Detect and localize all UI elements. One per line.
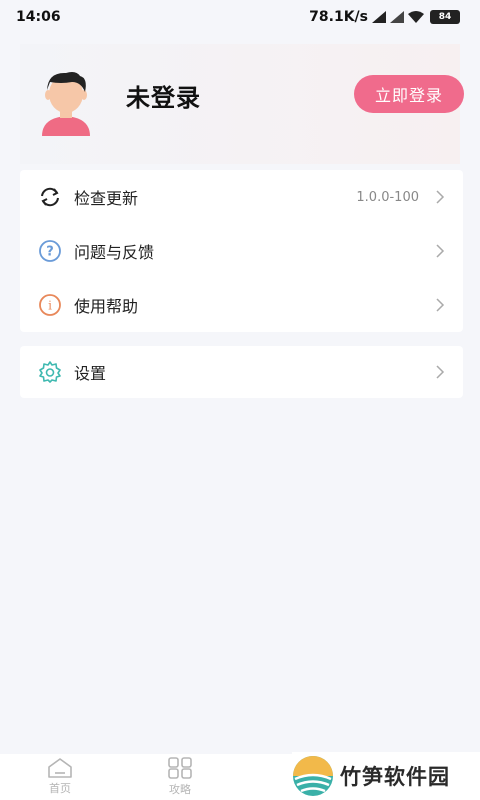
svg-text:i: i <box>48 299 52 313</box>
signal-icon-2 <box>390 11 404 23</box>
profile-header: 未登录 立即登录 <box>20 44 464 164</box>
status-time: 14:06 <box>16 9 61 25</box>
gear-icon <box>38 360 62 384</box>
login-button[interactable]: 立即登录 <box>354 75 464 113</box>
menu-item-label: 问题与反馈 <box>74 243 155 262</box>
menu-item-settings[interactable]: 设置 <box>20 346 463 398</box>
watermark-logo-icon <box>293 756 333 796</box>
avatar-icon[interactable] <box>36 68 96 136</box>
svg-text:?: ? <box>46 245 54 260</box>
version-value: 1.0.0-100 <box>356 189 419 205</box>
signal-icon <box>372 11 386 23</box>
nav-guide[interactable]: 攻略 <box>120 754 240 800</box>
watermark-text: 竹笋软件园 <box>340 765 450 789</box>
nav-label: 攻略 <box>169 783 191 796</box>
status-right: 78.1K/s 84 <box>309 9 460 25</box>
watermark: 竹笋软件园 <box>292 752 480 800</box>
battery-icon: 84 <box>430 10 460 24</box>
menu-item-feedback[interactable]: ? 问题与反馈 <box>20 224 463 278</box>
chevron-right-icon <box>436 244 445 258</box>
settings-card: 设置 <box>20 346 463 398</box>
menu-item-label: 检查更新 <box>74 189 139 208</box>
chevron-right-icon <box>436 365 445 379</box>
info-icon: i <box>38 293 62 317</box>
home-icon <box>48 758 72 778</box>
net-speed: 78.1K/s <box>309 9 368 25</box>
menu-item-label: 使用帮助 <box>74 297 139 316</box>
chevron-right-icon <box>436 298 445 312</box>
menu-item-help[interactable]: i 使用帮助 <box>20 278 463 332</box>
grid-icon <box>168 757 192 779</box>
status-bar: 14:06 78.1K/s 84 <box>0 0 480 34</box>
refresh-icon <box>38 185 62 209</box>
username: 未登录 <box>126 84 201 112</box>
nav-label: 首页 <box>49 782 71 795</box>
menu-item-label: 设置 <box>74 364 107 383</box>
chevron-right-icon <box>436 190 445 204</box>
menu-item-check-update[interactable]: 检查更新 1.0.0-100 <box>20 170 463 224</box>
wifi-icon <box>408 11 424 23</box>
menu-card: 检查更新 1.0.0-100 ? 问题与反馈 i 使用帮助 <box>20 170 463 332</box>
question-icon: ? <box>38 239 62 263</box>
nav-home[interactable]: 首页 <box>0 754 120 800</box>
